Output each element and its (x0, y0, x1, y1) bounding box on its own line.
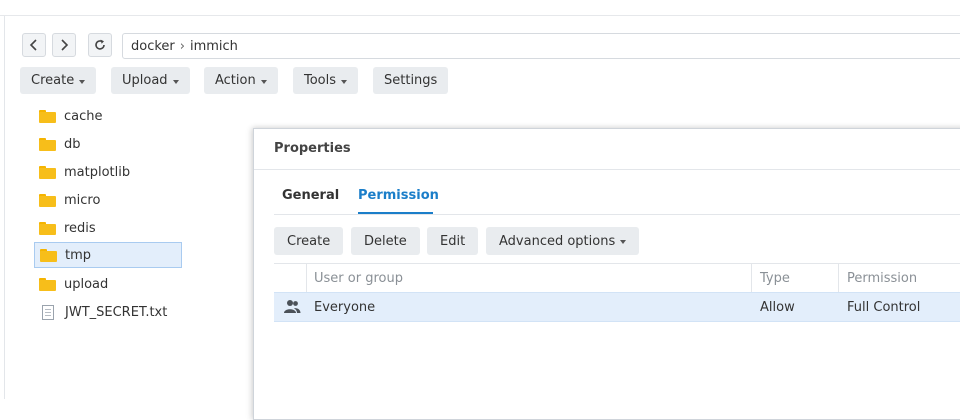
tab-general[interactable]: General (282, 188, 339, 203)
create-menu-button[interactable]: Create (20, 67, 97, 94)
action-label: Action (215, 73, 256, 88)
forward-button[interactable] (52, 33, 76, 57)
folder-icon (39, 165, 56, 179)
file-item-db[interactable]: db (34, 131, 182, 157)
path-separator: › (179, 38, 185, 54)
left-divider (4, 16, 5, 399)
file-name: JWT_SECRET.txt (65, 304, 168, 320)
caret-down-icon (620, 240, 627, 244)
folder-icon (39, 193, 56, 207)
file-item-tmp[interactable]: tmp (34, 242, 182, 268)
caret-down-icon (79, 79, 86, 84)
file-item-upload[interactable]: upload (34, 271, 182, 297)
caret-down-icon (172, 79, 179, 84)
group-icon (284, 300, 301, 313)
cell-user: Everyone (314, 300, 376, 315)
column-separator (751, 264, 752, 292)
advanced-options-label: Advanced options (499, 233, 616, 249)
refresh-icon (95, 39, 105, 50)
back-button[interactable] (22, 33, 46, 57)
settings-button[interactable]: Settings (373, 67, 449, 94)
divider (274, 214, 960, 215)
cell-type: Allow (760, 300, 795, 315)
path-segment[interactable]: immich (190, 39, 238, 54)
chevron-right-icon (61, 39, 69, 51)
permission-create-button[interactable]: Create (274, 227, 344, 255)
upload-menu-button[interactable]: Upload (111, 67, 190, 94)
file-name: matplotlib (64, 164, 131, 180)
column-header-type[interactable]: Type (760, 271, 790, 286)
file-item-matplotlib[interactable]: matplotlib (34, 159, 182, 185)
upload-label: Upload (122, 73, 168, 88)
create-label: Create (31, 73, 75, 88)
refresh-button[interactable] (88, 33, 112, 57)
file-name: cache (64, 108, 103, 124)
properties-dialog: Properties General Permission Create Del… (253, 128, 960, 420)
folder-icon (39, 277, 56, 291)
file-name: tmp (65, 247, 92, 263)
chevron-left-icon (29, 39, 37, 51)
column-header-permission[interactable]: Permission (847, 271, 917, 286)
permission-edit-button[interactable]: Edit (427, 227, 479, 255)
folder-icon (40, 248, 57, 262)
table-top-border (274, 263, 960, 264)
path-bar[interactable]: docker › immich (122, 33, 960, 59)
file-name: upload (64, 276, 109, 292)
cell-permission: Full Control (847, 300, 921, 315)
column-separator (838, 264, 839, 292)
file-item-cache[interactable]: cache (34, 103, 182, 129)
file-item-redis[interactable]: redis (34, 215, 182, 241)
caret-down-icon (341, 79, 348, 84)
settings-label: Settings (384, 73, 438, 88)
file-name: db (64, 136, 81, 152)
file-name: micro (64, 192, 101, 208)
column-separator (306, 264, 307, 292)
tools-label: Tools (304, 73, 337, 88)
folder-icon (39, 221, 56, 235)
top-divider (0, 15, 960, 16)
dialog-title: Properties (274, 141, 351, 156)
folder-icon (39, 109, 56, 123)
path-segment[interactable]: docker (131, 39, 175, 54)
permission-delete-button[interactable]: Delete (351, 227, 420, 255)
file-name: redis (64, 220, 96, 236)
action-menu-button[interactable]: Action (204, 67, 278, 94)
advanced-options-button[interactable]: Advanced options (486, 227, 640, 255)
tools-menu-button[interactable]: Tools (293, 67, 359, 94)
folder-icon (39, 137, 56, 151)
column-header-user[interactable]: User or group (314, 271, 403, 286)
file-item-jwt-secret[interactable]: JWT_SECRET.txt (34, 299, 182, 325)
tab-permission[interactable]: Permission (358, 188, 439, 203)
text-file-icon (42, 304, 54, 320)
file-item-micro[interactable]: micro (34, 187, 182, 213)
caret-down-icon (260, 79, 267, 84)
divider (254, 169, 960, 170)
